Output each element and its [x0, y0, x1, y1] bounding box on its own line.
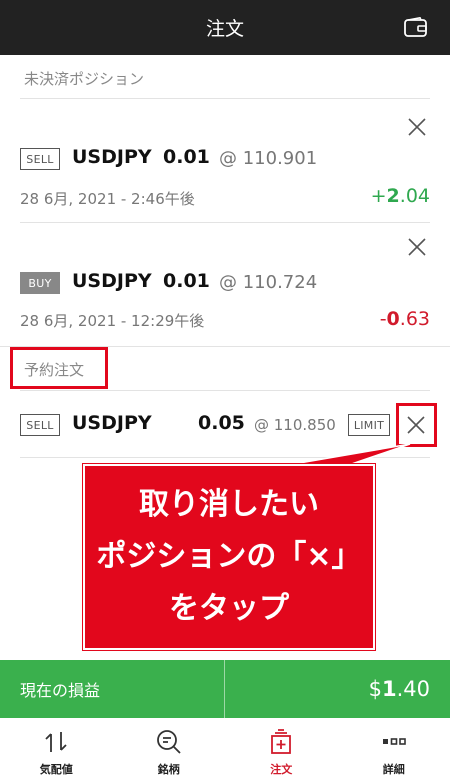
position-pl: -0.63 [379, 308, 430, 330]
bottom-nav: 気配値 銘柄 注文 詳細 [0, 718, 450, 779]
callout-line: をタップ [169, 591, 289, 626]
order-quantity: 0.05 [198, 412, 245, 434]
nav-label: 気配値 [39, 763, 73, 776]
wallet-icon[interactable] [404, 17, 428, 37]
position-date: 28 6月, 2021 - 12:29午後 [20, 312, 205, 330]
nav-item-quotes[interactable]: 気配値 [0, 718, 113, 779]
divider [0, 346, 450, 347]
instruction-callout: 取り消したい ポジションの「×」 をタップ [82, 463, 376, 651]
summary-value: $1.40 [368, 677, 430, 701]
side-tag: BUY [20, 272, 60, 294]
quotes-icon [45, 732, 67, 752]
nav-label: 銘柄 [157, 763, 180, 776]
order-type-tag: LIMIT [348, 414, 390, 436]
position-symbol: USDJPY [72, 146, 152, 168]
page-title: 注文 [205, 18, 244, 40]
nav-label: 注文 [270, 763, 293, 776]
position-date: 28 6月, 2021 - 2:46午後 [20, 190, 195, 208]
app-header: 注文 [0, 0, 450, 55]
search-icon [156, 730, 181, 754]
nav-item-orders[interactable]: 注文 [225, 718, 338, 779]
position-price: @ 110.901 [219, 148, 318, 169]
close-position-1-icon[interactable] [407, 117, 427, 137]
divider [20, 457, 430, 458]
orders-icon [271, 729, 292, 754]
side-tag: SELL [20, 414, 60, 436]
order-price: @ 110.850 [254, 416, 336, 434]
cancel-order-icon[interactable] [406, 415, 426, 435]
side-tag: SELL [20, 148, 60, 170]
close-position-2-icon[interactable] [407, 237, 427, 257]
pl-summary-bar: 現在の損益 $1.40 [0, 660, 450, 718]
order-symbol: USDJPY [72, 412, 152, 434]
callout-line: 取り消したい [139, 487, 319, 522]
nav-item-symbols[interactable]: 銘柄 [113, 718, 226, 779]
summary-label: 現在の損益 [0, 660, 225, 718]
nav-label: 詳細 [382, 763, 405, 776]
position-pl: +2.04 [370, 185, 430, 207]
pending-orders-label: 予約注文 [24, 361, 85, 379]
position-symbol: USDJPY [72, 270, 152, 292]
open-positions-label: 未決済ポジション [24, 70, 145, 88]
callout-line: ポジションの「×」 [96, 539, 362, 574]
divider [20, 222, 430, 223]
divider [20, 390, 430, 391]
position-price: @ 110.724 [219, 272, 318, 293]
more-icon [382, 738, 406, 745]
position-quantity: 0.01 [163, 146, 210, 168]
divider [20, 98, 430, 99]
position-quantity: 0.01 [163, 270, 210, 292]
nav-item-details[interactable]: 詳細 [338, 718, 450, 779]
